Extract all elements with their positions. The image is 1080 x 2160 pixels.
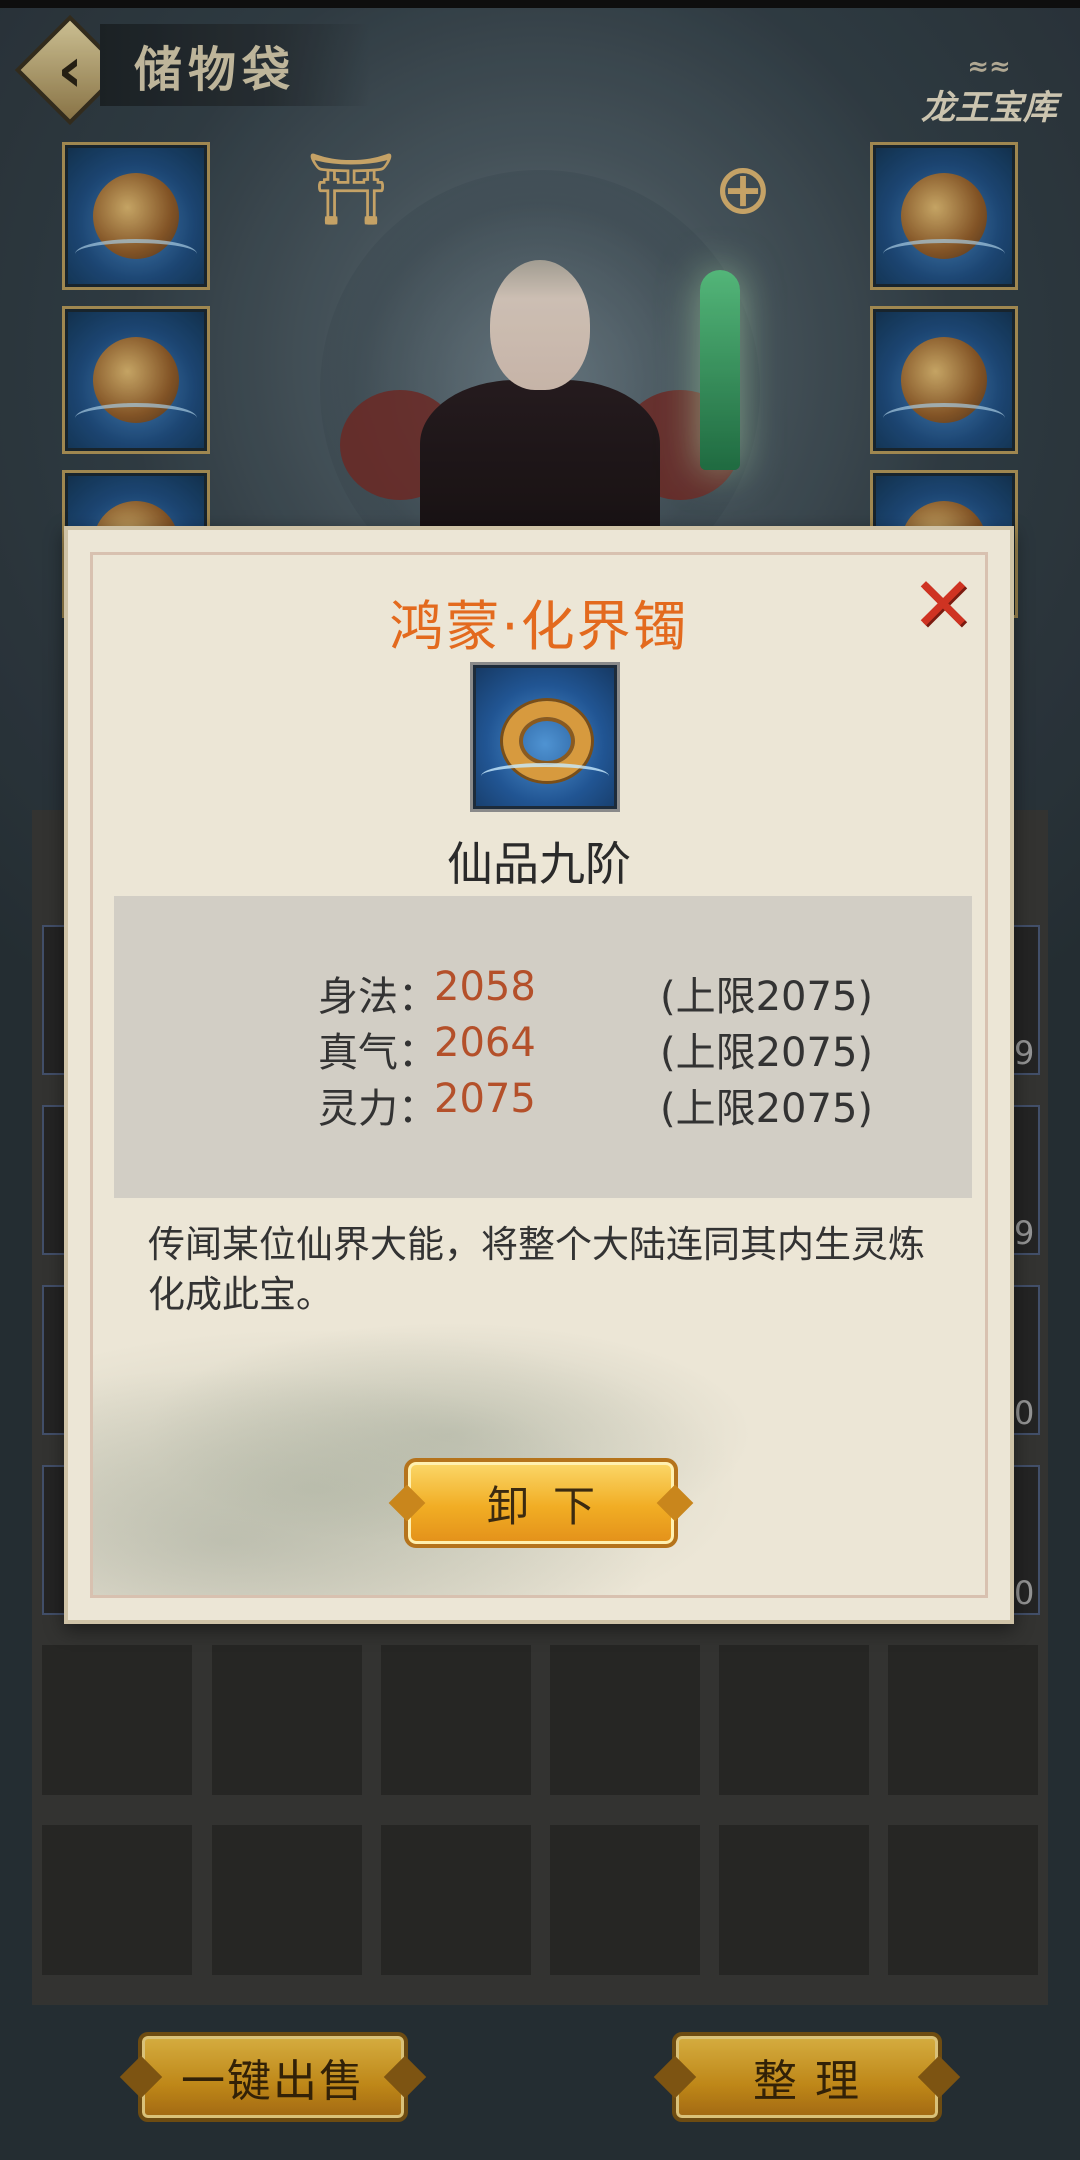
stat-label: 真气： [318, 1030, 438, 1076]
stat-cap: (上限2075) [660, 1030, 874, 1076]
stat-label: 身法： [318, 974, 438, 1020]
item-detail-dialog: 鸿蒙·化界镯 ✕ 仙品九阶 身法： 2058 (上限2075) 真气： 2064… [64, 526, 1014, 1624]
stats-panel: 身法： 2058 (上限2075) 真气： 2064 (上限2075) 灵力： … [114, 896, 972, 1198]
item-name: 鸿蒙·化界镯 [389, 595, 689, 658]
item-icon-frame [470, 662, 620, 812]
stat-cap: (上限2075) [660, 1086, 874, 1132]
stat-label: 灵力： [318, 1086, 438, 1132]
stat-row: 灵力： 2075 (上限2075) [114, 1076, 972, 1132]
close-button[interactable]: ✕ [908, 560, 978, 649]
unequip-button[interactable]: 卸下 [404, 1458, 678, 1548]
stat-value: 2064 [434, 1020, 536, 1066]
mist-effect [481, 763, 609, 789]
item-description: 传闻某位仙界大能，将整个大陆连同其内生灵炼化成此宝。 [148, 1223, 925, 1316]
stat-row: 身法： 2058 (上限2075) [114, 964, 972, 1020]
stat-value: 2058 [434, 964, 536, 1010]
stat-value: 2075 [434, 1076, 536, 1122]
item-grade: 仙品九阶 [447, 837, 631, 891]
stat-row: 真气： 2064 (上限2075) [114, 1020, 972, 1076]
close-icon: ✕ [911, 560, 975, 649]
stat-cap: (上限2075) [660, 974, 874, 1020]
